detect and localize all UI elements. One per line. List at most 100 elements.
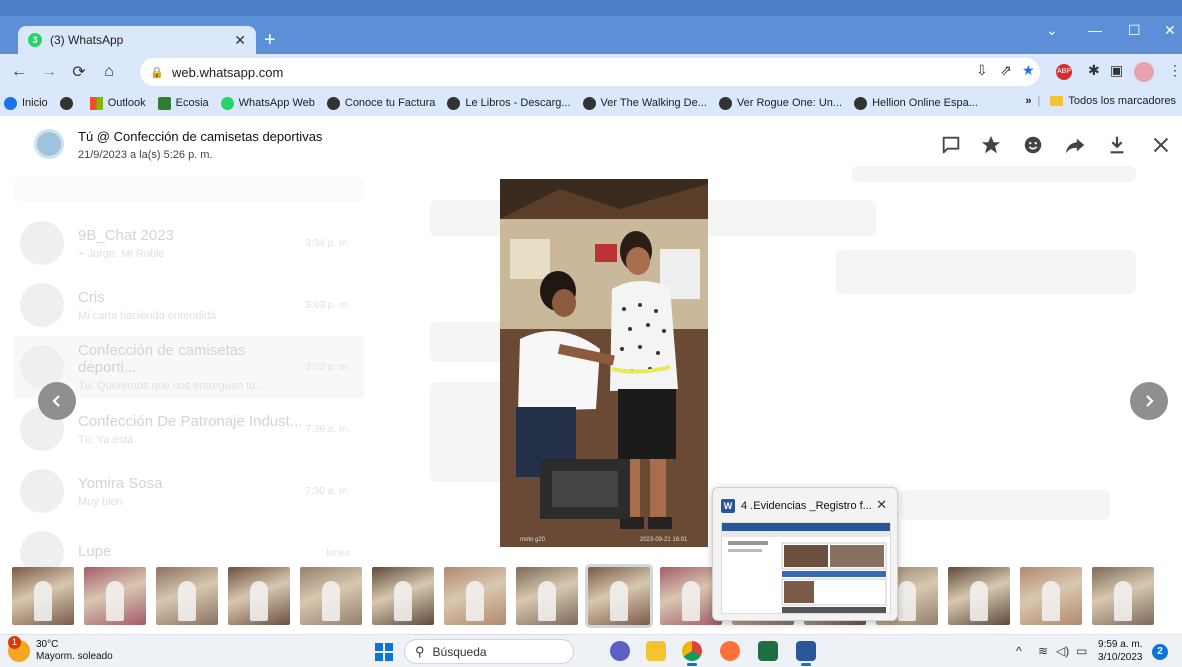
- weather-widget[interactable]: 1 30°C Mayorm. soleado: [8, 636, 113, 663]
- media-thumbnail[interactable]: [372, 567, 434, 625]
- previous-media-button[interactable]: [38, 382, 76, 420]
- react-emoji-icon[interactable]: [1022, 134, 1044, 156]
- maximize-button[interactable]: ☐: [1128, 22, 1141, 39]
- bookmark-inicio[interactable]: Inicio: [4, 96, 48, 110]
- avatar: [20, 221, 64, 265]
- bookmark-whatsapp-web[interactable]: WhatsApp Web: [220, 96, 315, 110]
- media-thumbnail[interactable]: [84, 567, 146, 625]
- whatsapp-icon: 3: [28, 33, 42, 47]
- media-thumbnail[interactable]: [1020, 567, 1082, 625]
- media-thumbnail[interactable]: [948, 567, 1010, 625]
- forward-button[interactable]: →: [38, 63, 60, 81]
- star-icon[interactable]: [980, 134, 1002, 156]
- start-button[interactable]: [375, 643, 393, 661]
- bookmark-factura[interactable]: Conoce tu Factura: [326, 96, 436, 110]
- go-to-message-icon[interactable]: [940, 134, 962, 156]
- bookmarks-right: » | Todos los marcadores: [1025, 95, 1176, 107]
- bookmark-globe[interactable]: [59, 96, 78, 110]
- taskbar-search[interactable]: ⚲ Búsqueda: [404, 639, 574, 664]
- globe-icon: [854, 96, 868, 110]
- globe-icon: [326, 96, 340, 110]
- show-hidden-icons-chevron-icon[interactable]: ^: [1016, 644, 1022, 658]
- battery-icon[interactable]: ▭: [1076, 644, 1087, 658]
- close-viewer-icon[interactable]: [1150, 134, 1172, 156]
- chat-preview: Tú: Ya está: [78, 433, 134, 446]
- bookmark-label: Conoce tu Factura: [344, 97, 436, 109]
- bookmarks-overflow-button[interactable]: »: [1025, 95, 1031, 107]
- windows-logo-tile: [385, 653, 393, 661]
- media-thumbnail[interactable]: [444, 567, 506, 625]
- browser-toolbar: ← → ⟳ ⌂ 🔒 web.whatsapp.com ⇩ ⇗ ★ ABP ✱ ▣…: [0, 54, 1182, 90]
- chat-name: Yomira Sosa: [78, 474, 163, 492]
- bookmark-walking-dead[interactable]: Ver The Walking De...: [582, 96, 707, 110]
- install-app-icon[interactable]: ⇩: [976, 62, 988, 79]
- weather-sun-icon: 1: [8, 636, 30, 662]
- adblock-icon[interactable]: ABP: [1056, 64, 1072, 80]
- address-bar[interactable]: 🔒 web.whatsapp.com: [140, 58, 1040, 86]
- search-placeholder: Búsqueda: [432, 644, 487, 659]
- bookmark-outlook[interactable]: Outlook: [89, 96, 146, 110]
- media-thumbnail[interactable]: [300, 567, 362, 625]
- temperature: 30°C: [36, 639, 59, 650]
- excel-icon[interactable]: [758, 641, 778, 661]
- menu-icon[interactable]: ⋮: [1168, 62, 1182, 79]
- preview-title: 4 .Evidencias _Registro f...: [741, 500, 872, 512]
- preview-thumbnail: [721, 522, 891, 614]
- taskbar-window-preview[interactable]: W 4 .Evidencias _Registro f... ✕: [712, 487, 898, 621]
- media-thumbnail[interactable]: [516, 567, 578, 625]
- next-media-button[interactable]: [1130, 382, 1168, 420]
- reload-button[interactable]: ⟳: [68, 62, 90, 82]
- forward-icon[interactable]: [1064, 134, 1086, 156]
- globe-icon: [718, 96, 732, 110]
- bookmark-ecosia[interactable]: Ecosia: [157, 96, 209, 110]
- download-icon[interactable]: [1106, 134, 1128, 156]
- clock[interactable]: 9:59 a. m. 3/10/2023: [1098, 638, 1143, 664]
- tab-close-icon[interactable]: ✕: [234, 32, 246, 49]
- bookmark-star-icon[interactable]: ★: [1022, 62, 1035, 79]
- minimize-button[interactable]: —: [1088, 22, 1102, 38]
- home-button[interactable]: ⌂: [98, 63, 120, 81]
- media-thumbnail[interactable]: [228, 567, 290, 625]
- close-window-button[interactable]: ✕: [1164, 22, 1176, 39]
- media-thumbnail[interactable]: [1092, 567, 1154, 625]
- chat-time: 7:36 a. m.: [305, 423, 350, 435]
- media-thumbnail[interactable]: [156, 567, 218, 625]
- background-message-bubble: [836, 250, 1136, 294]
- word-icon: W: [721, 499, 735, 513]
- chat-app-icon[interactable]: [610, 641, 630, 661]
- group-avatar[interactable]: [34, 129, 64, 159]
- thumbnail-figure: [1042, 581, 1060, 621]
- bookmark-label: Hellion Online Espa...: [872, 97, 978, 109]
- media-thumbnail[interactable]: [585, 564, 653, 628]
- background-chat: Cris Mi carta hacienda entendida 3:03 p. …: [14, 274, 364, 336]
- bookmark-rogue-one[interactable]: Ver Rogue One: Un...: [718, 96, 842, 110]
- chat-name: Confección De Patronaje Indust...: [78, 412, 303, 430]
- extensions-icon[interactable]: ✱: [1088, 62, 1100, 79]
- profile-avatar[interactable]: [1134, 62, 1154, 82]
- sidebar-icon[interactable]: ▣: [1110, 62, 1123, 79]
- new-tab-button[interactable]: +: [264, 30, 276, 50]
- firefox-icon[interactable]: [720, 641, 740, 661]
- share-icon[interactable]: ⇗: [1000, 62, 1012, 79]
- file-explorer-icon[interactable]: [646, 641, 666, 661]
- chat-time: 7:30 a. m.: [305, 485, 350, 497]
- all-bookmarks-button[interactable]: Todos los marcadores: [1068, 95, 1176, 107]
- clock-time: 9:59 a. m.: [1098, 639, 1143, 650]
- bookmark-label: WhatsApp Web: [238, 97, 315, 109]
- windows-logo-tile: [375, 653, 383, 661]
- wifi-icon[interactable]: ≋: [1038, 644, 1048, 658]
- chrome-icon[interactable]: [682, 641, 702, 666]
- bookmark-hellion[interactable]: Hellion Online Espa...: [854, 96, 978, 110]
- svg-text:2023-09-21 16:01: 2023-09-21 16:01: [640, 537, 688, 543]
- tab-search-chevron-icon[interactable]: ⌄: [1046, 22, 1058, 39]
- back-button[interactable]: ←: [8, 63, 30, 81]
- preview-close-icon[interactable]: ✕: [876, 497, 887, 513]
- bookmark-le-libros[interactable]: Le Libros - Descarg...: [447, 96, 571, 110]
- tab-whatsapp[interactable]: 3 (3) WhatsApp ✕: [18, 26, 256, 54]
- chat-time: 3:03 p. m.: [305, 299, 350, 311]
- volume-icon[interactable]: ◁): [1056, 644, 1069, 658]
- folder-icon: [1050, 96, 1064, 106]
- media-thumbnail[interactable]: [12, 567, 74, 625]
- notification-badge[interactable]: 2: [1152, 644, 1168, 660]
- word-icon[interactable]: [796, 641, 816, 666]
